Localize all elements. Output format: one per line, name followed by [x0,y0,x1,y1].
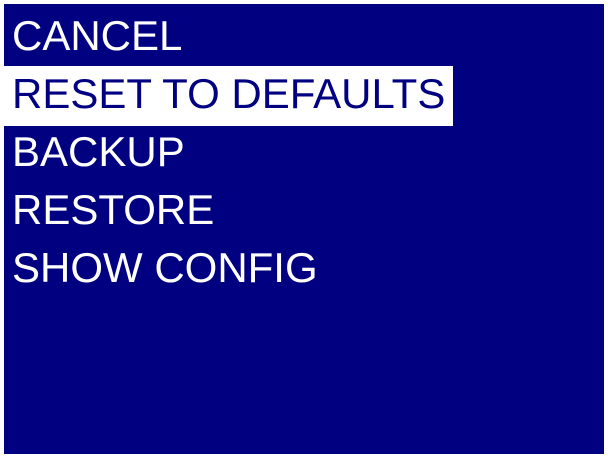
config-menu: CANCEL RESET TO DEFAULTS BACKUP RESTORE … [4,8,454,298]
menu-item-reset-to-defaults[interactable]: RESET TO DEFAULTS [4,66,454,126]
menu-item-backup[interactable]: BACKUP [4,124,453,184]
menu-row-restore: RESTORE [4,182,453,240]
menu-item-restore[interactable]: RESTORE [4,182,453,242]
menu-item-show-config[interactable]: SHOW CONFIG [4,240,453,300]
menu-row-backup: BACKUP [4,124,453,182]
menu-item-cancel[interactable]: CANCEL [4,8,453,68]
menu-row-cancel: CANCEL [4,8,453,66]
menu-row-show-config: SHOW CONFIG [4,240,453,298]
menu-row-reset-to-defaults: RESET TO DEFAULTS [4,66,454,126]
config-menu-screen: CANCEL RESET TO DEFAULTS BACKUP RESTORE … [4,4,604,454]
